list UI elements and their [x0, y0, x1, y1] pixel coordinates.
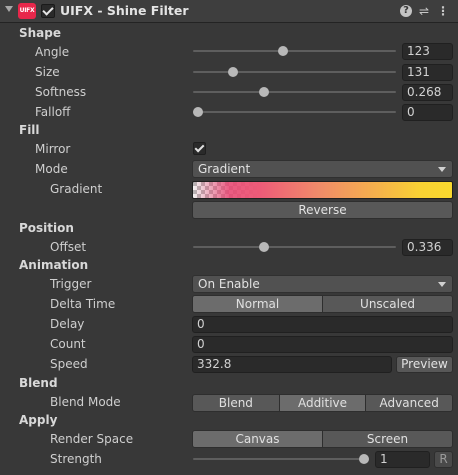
speed-input[interactable]: 332.8: [192, 356, 392, 373]
more-vert-icon[interactable]: ⋮: [436, 4, 450, 18]
mode-label: Mode: [35, 162, 68, 176]
blend-mode-advanced-option[interactable]: Advanced: [365, 395, 452, 411]
blend-mode-blend-option[interactable]: Blend: [193, 395, 279, 411]
gradient-label: Gradient: [50, 182, 103, 196]
size-slider-knob[interactable]: [227, 67, 238, 77]
size-label: Size: [35, 65, 60, 79]
help-icon[interactable]: ?: [400, 5, 412, 17]
preview-button[interactable]: Preview: [396, 356, 453, 373]
blend-mode-label: Blend Mode: [50, 395, 121, 409]
gradient-field[interactable]: [192, 181, 453, 199]
softness-slider-track[interactable]: [193, 91, 396, 93]
strength-input[interactable]: 1: [375, 451, 430, 468]
softness-slider-knob[interactable]: [258, 87, 269, 97]
offset-label: Offset: [50, 240, 87, 254]
render-space-toggle: Canvas Screen: [192, 430, 453, 448]
section-blend-title: Blend: [19, 376, 58, 390]
falloff-slider-track[interactable]: [193, 111, 396, 113]
component-enabled-checkbox[interactable]: [41, 4, 55, 18]
offset-slider-knob[interactable]: [258, 242, 269, 252]
softness-input[interactable]: 0.268: [402, 84, 453, 101]
uifx-logo: UIFX: [18, 3, 36, 19]
offset-slider-track[interactable]: [193, 246, 396, 248]
chevron-down-icon: [438, 167, 446, 172]
section-fill-title: Fill: [19, 123, 40, 137]
falloff-slider-knob[interactable]: [193, 107, 203, 117]
section-apply-title: Apply: [19, 413, 58, 427]
strength-slider-knob[interactable]: [359, 454, 369, 464]
settings-sliders-icon[interactable]: ⇌: [417, 4, 431, 18]
reverse-button[interactable]: Reverse: [192, 201, 453, 219]
component-header: UIFX UIFX - Shine Filter ? ⇌ ⋮: [0, 0, 458, 23]
blend-mode-additive-option[interactable]: Additive: [278, 395, 366, 411]
render-space-canvas-option[interactable]: Canvas: [193, 431, 322, 447]
angle-slider-knob[interactable]: [277, 46, 288, 56]
delta-time-toggle: Normal Unscaled: [192, 295, 453, 313]
count-input[interactable]: 0: [192, 336, 453, 353]
angle-label: Angle: [35, 45, 70, 59]
angle-slider-track[interactable]: [193, 50, 396, 52]
trigger-dropdown-value: On Enable: [198, 277, 260, 291]
mirror-checkbox[interactable]: [193, 142, 206, 155]
mode-dropdown-value: Gradient: [198, 162, 251, 176]
foldout-arrow-icon[interactable]: [5, 6, 13, 12]
count-label: Count: [50, 337, 86, 351]
softness-label: Softness: [35, 85, 87, 99]
size-input[interactable]: 131: [402, 64, 453, 81]
delay-input[interactable]: 0: [192, 316, 453, 333]
mirror-label: Mirror: [35, 142, 71, 156]
render-space-label: Render Space: [50, 432, 134, 446]
trigger-label: Trigger: [50, 277, 92, 291]
falloff-input[interactable]: 0: [402, 104, 453, 121]
render-space-screen-option[interactable]: Screen: [322, 431, 452, 447]
strength-label: Strength: [50, 452, 102, 466]
mode-dropdown[interactable]: Gradient: [192, 160, 453, 178]
section-position-title: Position: [19, 221, 74, 235]
section-shape-title: Shape: [19, 26, 62, 40]
offset-input[interactable]: 0.336: [402, 239, 453, 256]
blend-mode-toggle: Blend Additive Advanced: [192, 394, 453, 412]
delay-label: Delay: [50, 317, 85, 331]
delta-time-label: Delta Time: [50, 297, 116, 311]
section-animation-title: Animation: [19, 258, 89, 272]
size-slider-track[interactable]: [193, 71, 396, 73]
delta-time-normal-option[interactable]: Normal: [193, 296, 322, 312]
strength-reset-button[interactable]: R: [434, 451, 453, 468]
strength-slider-track[interactable]: [193, 458, 369, 460]
component-title: UIFX - Shine Filter: [60, 3, 189, 18]
delta-time-unscaled-option[interactable]: Unscaled: [322, 296, 452, 312]
chevron-down-icon: [438, 282, 446, 287]
falloff-label: Falloff: [35, 105, 71, 119]
trigger-dropdown[interactable]: On Enable: [192, 275, 453, 293]
angle-input[interactable]: 123: [402, 43, 453, 60]
speed-label: Speed: [50, 357, 88, 371]
